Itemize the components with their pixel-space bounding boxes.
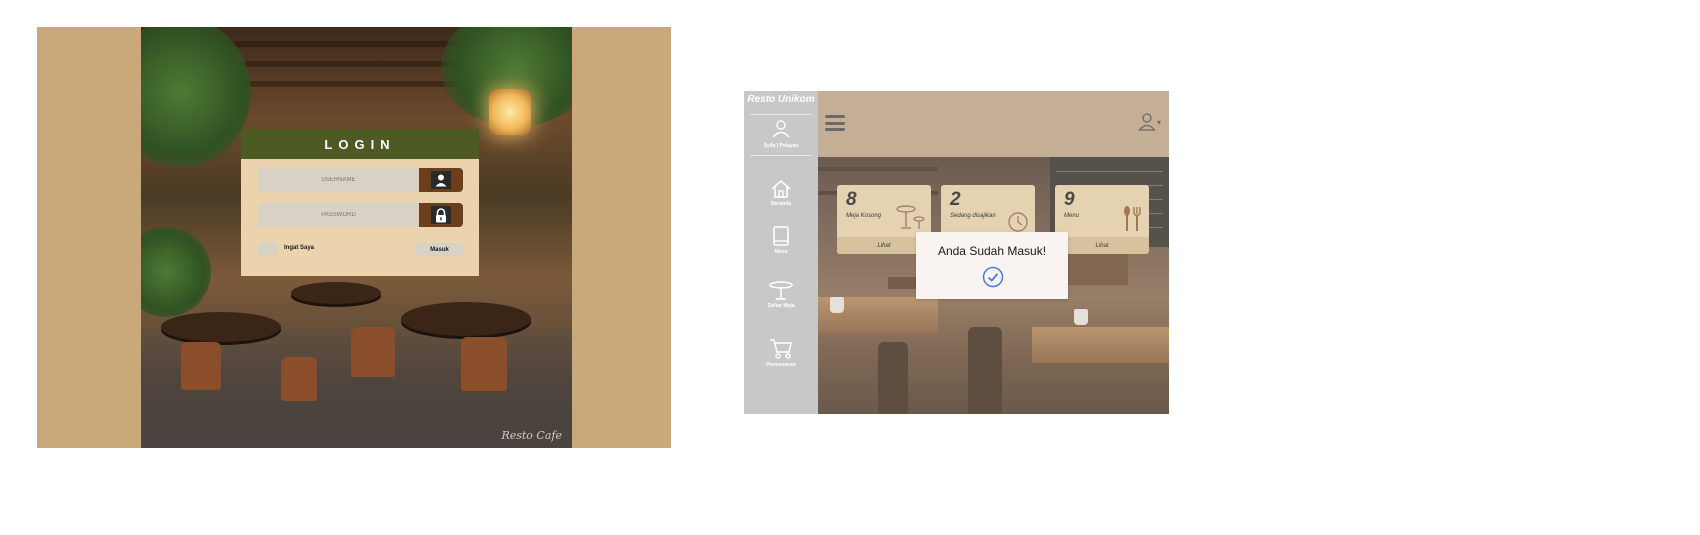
dashboard-screen: Resto Unikom Sylfa | Pelayan Beranda Men…: [744, 91, 1169, 414]
cart-icon: [770, 339, 792, 359]
login-title: LOGIN: [241, 129, 479, 159]
login-screen: Resto Cafe LOGIN Ingat Saya Masuk: [37, 27, 671, 448]
table-icon: [896, 205, 925, 229]
username-input[interactable]: [258, 168, 419, 192]
password-icon-box: [419, 203, 463, 227]
user-profile-icon[interactable]: [744, 120, 818, 138]
password-row: [258, 203, 463, 227]
user-role-tabs[interactable]: Sylfa | Pelayan: [744, 143, 818, 149]
login-submit-button[interactable]: Masuk: [415, 243, 464, 256]
cutlery-icon: [1124, 206, 1141, 231]
chevron-down-icon: ▾: [1156, 117, 1161, 127]
stat-label: Menu: [1064, 213, 1080, 219]
remember-label: Ingat Saya: [284, 245, 315, 251]
remember-checkbox[interactable]: [258, 242, 278, 255]
pendant-lamp: [489, 89, 531, 135]
lock-icon: [431, 206, 451, 224]
password-input[interactable]: [258, 203, 419, 227]
sidebar-item-label: Menu: [774, 249, 788, 255]
username-icon-box: [419, 168, 463, 192]
lihat-link[interactable]: Lihat: [1055, 237, 1149, 254]
sidebar-item-beranda[interactable]: Beranda: [744, 179, 818, 207]
profile-dropdown[interactable]: ▾: [1138, 113, 1161, 131]
sidebar-item-label: Permesanan: [766, 362, 796, 368]
stat-label: Sedang disajikan: [950, 213, 996, 219]
user-icon: [431, 171, 451, 189]
home-icon: [771, 179, 791, 198]
login-card: LOGIN Ingat Saya Masuk: [241, 129, 479, 276]
stat-number: 8: [846, 189, 857, 210]
toast-message: Anda Sudah Masuk!: [937, 244, 1047, 258]
sidebar: Resto Unikom Sylfa | Pelayan Beranda Men…: [744, 91, 818, 414]
username-row: [258, 168, 463, 192]
signature-logo: Resto Cafe: [501, 429, 562, 442]
sidebar-item-label: Daftar Meja: [767, 303, 795, 309]
user-icon: [1138, 113, 1156, 131]
check-circle-icon: [982, 266, 1004, 288]
stat-card-menu: 9 Menu Lihat: [1055, 185, 1149, 254]
brand-title: Resto Unikom: [747, 94, 815, 105]
sidebar-item-daftar-meja[interactable]: Daftar Meja: [744, 281, 818, 309]
login-success-toast: Anda Sudah Masuk!: [916, 232, 1068, 299]
sidebar-item-menu[interactable]: Menu: [744, 225, 818, 255]
book-icon: [773, 226, 789, 246]
sidebar-item-permesanan[interactable]: Permesanan: [744, 338, 818, 368]
top-bar: ▾: [818, 91, 1169, 157]
table-icon: [769, 281, 793, 300]
stat-label: Meja Kosong: [846, 213, 882, 219]
sidebar-item-label: Beranda: [770, 201, 791, 207]
stat-number: 9: [1064, 189, 1075, 210]
stat-number: 2: [950, 189, 961, 210]
hamburger-menu-icon[interactable]: [825, 115, 845, 131]
clock-icon: [1008, 212, 1028, 232]
